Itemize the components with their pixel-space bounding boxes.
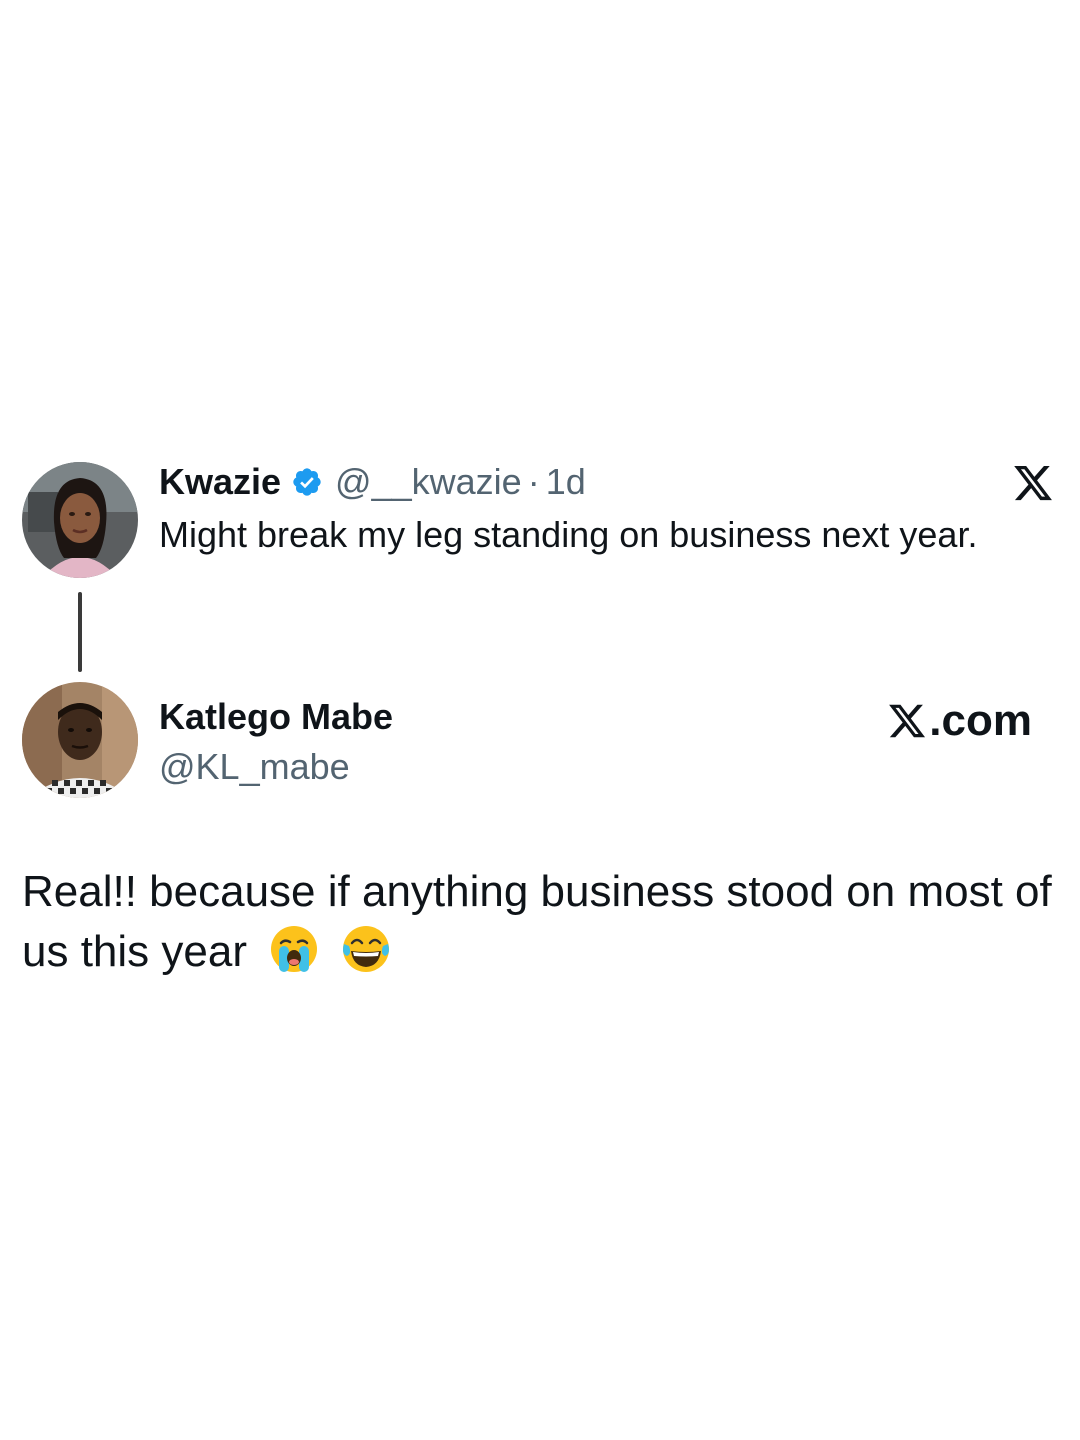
original-tweet[interactable]: Kwazie @__kwazie · 1d Might break my leg… — [22, 461, 1062, 582]
handle[interactable]: @KL_mabe — [159, 746, 350, 788]
verified-badge-icon — [293, 468, 321, 496]
tweet-text: Might break my leg standing on business … — [159, 514, 978, 555]
x-logo-icon — [889, 704, 926, 738]
loudly-crying-face-icon — [271, 926, 318, 972]
display-name[interactable]: Kwazie — [159, 461, 281, 503]
separator: · — [527, 461, 540, 502]
brand-text: .com — [929, 696, 1032, 745]
x-com-watermark: .com — [887, 696, 1032, 746]
reply-text-block: Real!! because if anything business stoo… — [22, 862, 1062, 982]
avatar[interactable] — [22, 682, 138, 798]
x-logo-icon — [1014, 465, 1052, 501]
tweet-header: Kwazie @__kwazie · 1d — [159, 461, 586, 503]
handle[interactable]: @__kwazie — [335, 461, 522, 503]
reply-author: Katlego Mabe @KL_mabe .com — [22, 682, 1062, 802]
timestamp[interactable]: 1d — [546, 461, 586, 503]
reply-text: Real!! because if anything business stoo… — [22, 867, 1052, 976]
display-name[interactable]: Katlego Mabe — [159, 696, 393, 738]
avatar[interactable] — [22, 462, 138, 578]
thread-connector-line — [78, 592, 82, 672]
face-with-tears-of-joy-icon — [343, 926, 390, 972]
